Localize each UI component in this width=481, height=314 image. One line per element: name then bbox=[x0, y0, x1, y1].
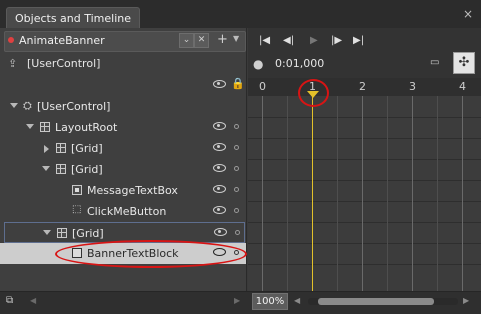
storyboard-dropdown-button[interactable]: ⌄ bbox=[179, 33, 194, 48]
grid-icon bbox=[57, 228, 67, 238]
collapse-icon[interactable] bbox=[44, 145, 49, 153]
timeline-scroll-right-icon[interactable]: ▶ bbox=[463, 296, 469, 305]
go-to-start-icon[interactable]: |◀ bbox=[259, 35, 270, 46]
lock-dot-icon[interactable] bbox=[235, 230, 240, 235]
visibility-eye-icon[interactable] bbox=[213, 143, 226, 151]
lock-dot-icon[interactable] bbox=[234, 145, 239, 150]
tree-row-label: [Grid] bbox=[72, 227, 104, 240]
storyboard-name: AnimateBanner bbox=[19, 34, 105, 47]
grid-icon bbox=[56, 164, 66, 174]
tree-row-label: [UserControl] bbox=[37, 100, 111, 113]
ruler-label-3: 3 bbox=[409, 80, 416, 93]
timeline-row-divider bbox=[248, 117, 481, 118]
timeline-gridline bbox=[262, 96, 263, 291]
storyboard-menu-icon[interactable]: ▼ bbox=[233, 34, 239, 43]
timeline-gridline bbox=[437, 96, 438, 291]
timeline-gridline bbox=[287, 96, 288, 291]
playhead-line[interactable] bbox=[312, 96, 313, 291]
tree-row-label: ClickMeButton bbox=[87, 205, 167, 218]
timeline-gridline bbox=[362, 96, 363, 291]
zoom-field[interactable]: 100% bbox=[252, 293, 288, 310]
timeline-row-divider bbox=[248, 243, 481, 244]
timeline-gridline bbox=[462, 96, 463, 291]
expand-icon[interactable] bbox=[43, 230, 51, 235]
timeline-gridline bbox=[412, 96, 413, 291]
lock-all-icon[interactable]: 🔒 bbox=[231, 77, 245, 90]
snap-crosshair-icon[interactable]: ✣ bbox=[453, 52, 475, 74]
show-all-eye-icon[interactable] bbox=[213, 80, 226, 88]
timeline-scrollbar-thumb[interactable] bbox=[318, 298, 434, 305]
timeline-row-divider bbox=[248, 159, 481, 160]
visibility-eye-icon[interactable] bbox=[213, 206, 226, 214]
timeline-gridline bbox=[337, 96, 338, 291]
ruler-icon[interactable]: ▭ bbox=[430, 57, 439, 68]
lock-dot-icon[interactable] bbox=[234, 166, 239, 171]
tree-row-grid-1[interactable]: [Grid] bbox=[0, 138, 246, 159]
current-time[interactable]: 0:01,000 bbox=[275, 57, 324, 70]
lock-dot-icon[interactable] bbox=[234, 187, 239, 192]
annotation-circle bbox=[298, 79, 329, 107]
ruler-label-0: 0 bbox=[259, 80, 266, 93]
tree-row-label: [Grid] bbox=[71, 163, 103, 176]
record-keyframe-icon[interactable]: ● bbox=[253, 57, 263, 71]
ruler-label-4: 4 bbox=[459, 80, 466, 93]
textbox-icon bbox=[72, 185, 82, 195]
tree-row-grid-2[interactable]: [Grid] bbox=[0, 159, 246, 180]
record-icon bbox=[8, 37, 14, 43]
expand-icon[interactable] bbox=[42, 166, 50, 171]
button-icon: ⬚ bbox=[72, 204, 82, 215]
tree-row-layoutroot[interactable]: LayoutRoot bbox=[0, 117, 246, 138]
visibility-eye-icon[interactable] bbox=[213, 164, 226, 172]
timeline-gridline bbox=[387, 96, 388, 291]
timeline-row-divider bbox=[248, 180, 481, 181]
grid-icon bbox=[56, 143, 66, 153]
expand-icon[interactable] bbox=[26, 124, 34, 129]
go-to-end-icon[interactable]: ▶| bbox=[353, 35, 364, 46]
lock-dot-icon[interactable] bbox=[234, 124, 239, 129]
play-icon[interactable]: ▶ bbox=[310, 35, 318, 46]
scope-label: [UserControl] bbox=[27, 57, 101, 70]
new-storyboard-button[interactable]: + bbox=[216, 33, 229, 46]
scroll-left-icon[interactable]: ◀ bbox=[30, 296, 36, 305]
visibility-eye-icon[interactable] bbox=[214, 228, 227, 236]
timeline-scroll-left-icon[interactable]: ◀ bbox=[294, 296, 300, 305]
ruler-label-2: 2 bbox=[359, 80, 366, 93]
close-storyboard-button[interactable]: ✕ bbox=[194, 33, 209, 48]
grid-icon bbox=[40, 122, 50, 132]
timeline-row-divider bbox=[248, 264, 481, 265]
next-frame-icon[interactable]: |▶ bbox=[331, 35, 342, 46]
panel-tab[interactable]: Objects and Timeline bbox=[6, 7, 141, 29]
timeline-row-divider bbox=[248, 138, 481, 139]
expand-icon[interactable] bbox=[10, 103, 18, 108]
tree-row-label: MessageTextBox bbox=[87, 184, 178, 197]
annotation-ellipse bbox=[55, 240, 247, 268]
tree-row-label: [Grid] bbox=[71, 142, 103, 155]
close-icon[interactable]: × bbox=[463, 8, 473, 20]
timeline-grid[interactable] bbox=[248, 96, 481, 291]
timeline-row-divider bbox=[248, 222, 481, 223]
tree-row-usercontrol[interactable]: ⛭ [UserControl] bbox=[0, 96, 246, 117]
timeline-row-divider bbox=[248, 201, 481, 202]
tree-row-clickmebutton[interactable]: ⬚ ClickMeButton bbox=[0, 201, 246, 222]
usercontrol-icon: ⛭ bbox=[23, 99, 32, 112]
visibility-eye-icon[interactable] bbox=[213, 122, 226, 130]
scope-up-icon[interactable]: ⇪ bbox=[8, 57, 17, 70]
tree-row-messagetextbox[interactable]: MessageTextBox bbox=[0, 180, 246, 201]
layers-icon[interactable]: ⧉ bbox=[6, 295, 13, 306]
tree-row-label: LayoutRoot bbox=[55, 121, 118, 134]
previous-frame-icon[interactable]: ◀| bbox=[283, 35, 294, 46]
lock-dot-icon[interactable] bbox=[234, 208, 239, 213]
visibility-eye-icon[interactable] bbox=[213, 185, 226, 193]
scroll-right-icon[interactable]: ▶ bbox=[234, 296, 240, 305]
